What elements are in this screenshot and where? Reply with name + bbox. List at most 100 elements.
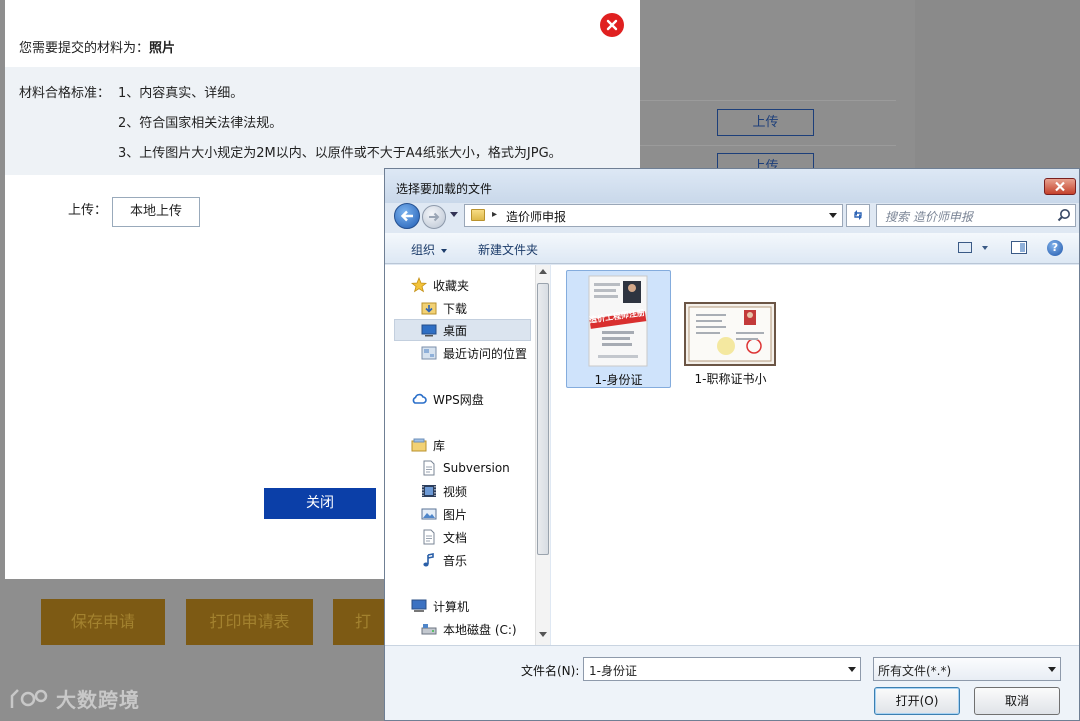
desktop-icon — [421, 324, 437, 337]
dialog-title: 选择要加载的文件 — [396, 182, 493, 196]
document-icon — [423, 460, 435, 476]
certificate-thumbnail-icon — [684, 302, 776, 366]
filename-dropdown-icon[interactable] — [848, 667, 856, 672]
dialog-close-button[interactable] — [1044, 178, 1076, 195]
recent-places-icon — [421, 346, 437, 360]
download-folder-icon — [421, 302, 437, 315]
print-button[interactable]: 打印 — [333, 599, 385, 645]
refresh-icon — [854, 210, 862, 220]
close-icon — [1055, 181, 1065, 192]
chevron-down-icon — [1048, 667, 1056, 672]
watermark-text: 大数跨境 — [56, 688, 140, 712]
nav-item-subversion[interactable]: Subversion — [421, 457, 533, 479]
preview-pane-icon[interactable] — [1011, 241, 1027, 254]
dialog-bottom-bar: 文件名(N): 1-身份证 所有文件(*.*) 打开(O) 取消 — [385, 645, 1079, 720]
nav-item-label: WPS网盘 — [433, 392, 484, 407]
address-row: ▸ 造价师申报 搜索 造价师申报 — [385, 203, 1079, 231]
document-icon — [423, 529, 435, 545]
nav-item-label: 文档 — [443, 530, 468, 545]
upload-button[interactable]: 上传 — [717, 109, 814, 136]
dialog-toolbar: 组织 新建文件夹 ? — [385, 233, 1079, 264]
nav-item-label: 最近访问的位置 — [443, 346, 528, 361]
file-list: 造价工程师注册 1-身份证 1-职称证书小 — [551, 265, 1079, 645]
upload-label: 上传： — [68, 203, 108, 218]
change-view-icon[interactable] — [958, 242, 972, 253]
nav-item-pictures[interactable]: 图片 — [421, 503, 533, 525]
chevron-down-icon — [441, 248, 448, 253]
star-icon — [411, 277, 427, 293]
nav-item-computer[interactable]: 计算机 — [411, 595, 529, 617]
cloud-icon — [412, 393, 427, 404]
scroll-up-icon[interactable] — [539, 269, 547, 274]
material-title-label: 您需要提交的材料为： — [19, 41, 150, 56]
filetype-select[interactable]: 所有文件(*.*) — [873, 657, 1061, 681]
save-application-button[interactable]: 保存申请 — [41, 599, 165, 645]
navigation-pane: 收藏夹 下载 桌面 最近访问的位置 WPS网盘 库 Subversion 视频 — [385, 265, 535, 645]
scroll-down-icon[interactable] — [539, 632, 547, 637]
filetype-value: 所有文件(*.*) — [878, 664, 952, 678]
search-icon — [1057, 209, 1070, 222]
library-icon — [411, 438, 427, 452]
nav-item-label: 计算机 — [433, 599, 470, 614]
breadcrumb-chevron-icon[interactable]: ▸ — [492, 209, 497, 220]
navigation-scrollbar[interactable] — [535, 265, 550, 645]
organize-label: 组织 — [411, 243, 436, 257]
scrollbar-thumb[interactable] — [537, 283, 549, 555]
music-icon — [423, 553, 434, 567]
open-button[interactable]: 打开(O) — [874, 687, 960, 715]
row-divider — [640, 145, 896, 146]
folder-icon — [471, 209, 485, 221]
back-arrow-icon — [400, 210, 413, 222]
standard-item: 2、符合国家相关法律法规。 — [118, 116, 283, 131]
nav-item-label: 库 — [433, 438, 446, 453]
filename-label: 文件名(N): — [521, 664, 580, 678]
nav-item-label: 下载 — [443, 301, 468, 316]
close-button[interactable]: 关闭 — [264, 488, 376, 519]
nav-item-label: 本地磁盘 (C:) — [443, 622, 517, 637]
address-path[interactable]: 造价师申报 — [506, 208, 566, 225]
picture-icon — [421, 508, 437, 520]
nav-item-desktop[interactable]: 桌面 — [394, 319, 531, 341]
forward-button[interactable] — [422, 205, 446, 229]
nav-item-documents[interactable]: 文档 — [421, 526, 533, 548]
local-upload-button[interactable]: 本地上传 — [112, 197, 200, 227]
nav-item-music[interactable]: 音乐 — [421, 549, 533, 571]
file-name: 1-职称证书小 — [694, 372, 767, 386]
nav-item-local-disk-c[interactable]: 本地磁盘 (C:) — [421, 618, 533, 640]
refresh-button[interactable] — [846, 204, 870, 227]
file-open-dialog: 选择要加载的文件 ▸ 造价师申报 搜索 造价师申报 组织 新建文件夹 ? 收藏夹… — [384, 168, 1080, 721]
search-input[interactable]: 搜索 造价师申报 — [876, 204, 1076, 227]
print-application-button[interactable]: 打印申请表 — [186, 599, 313, 645]
nav-item-recent-places[interactable]: 最近访问的位置 — [421, 342, 533, 364]
nav-item-favorites[interactable]: 收藏夹 — [411, 274, 529, 296]
nav-item-label: Subversion — [443, 461, 510, 475]
close-dialog-button[interactable] — [600, 13, 624, 37]
address-bar[interactable]: ▸ 造价师申报 — [464, 204, 843, 227]
new-folder-button[interactable]: 新建文件夹 — [478, 241, 538, 258]
recent-pages-dropdown[interactable] — [450, 212, 458, 217]
address-dropdown-icon[interactable] — [829, 213, 837, 218]
back-button[interactable] — [394, 203, 420, 229]
close-icon — [606, 19, 618, 31]
nav-item-libraries[interactable]: 库 — [411, 434, 529, 456]
nav-item-videos[interactable]: 视频 — [421, 480, 533, 502]
view-options-dropdown-icon[interactable] — [982, 246, 988, 250]
cancel-button[interactable]: 取消 — [974, 687, 1060, 715]
nav-item-downloads[interactable]: 下载 — [421, 297, 529, 319]
filename-value[interactable]: 1-身份证 — [589, 662, 637, 679]
watermark: 大数跨境 — [8, 684, 140, 713]
file-item-title-certificate[interactable]: 1-职称证书小 — [678, 270, 783, 388]
standard-item: 1、内容真实、详细。 — [118, 86, 244, 101]
row-divider — [640, 100, 896, 101]
filename-input[interactable]: 1-身份证 — [583, 657, 861, 681]
file-item-id-card[interactable]: 造价工程师注册 1-身份证 — [566, 270, 671, 388]
disk-icon — [421, 624, 437, 635]
help-icon[interactable]: ? — [1047, 240, 1063, 256]
nav-item-label: 桌面 — [443, 323, 468, 338]
material-title: 您需要提交的材料为：照片 — [19, 37, 175, 56]
standard-item: 3、上传图片大小规定为2M以内、以原件或不大于A4纸张大小，格式为JPG。 — [118, 146, 562, 161]
organize-button[interactable]: 组织 — [411, 241, 448, 258]
nav-item-label: 图片 — [443, 507, 468, 522]
forward-arrow-icon — [429, 212, 440, 222]
nav-item-wps-cloud[interactable]: WPS网盘 — [411, 388, 529, 410]
